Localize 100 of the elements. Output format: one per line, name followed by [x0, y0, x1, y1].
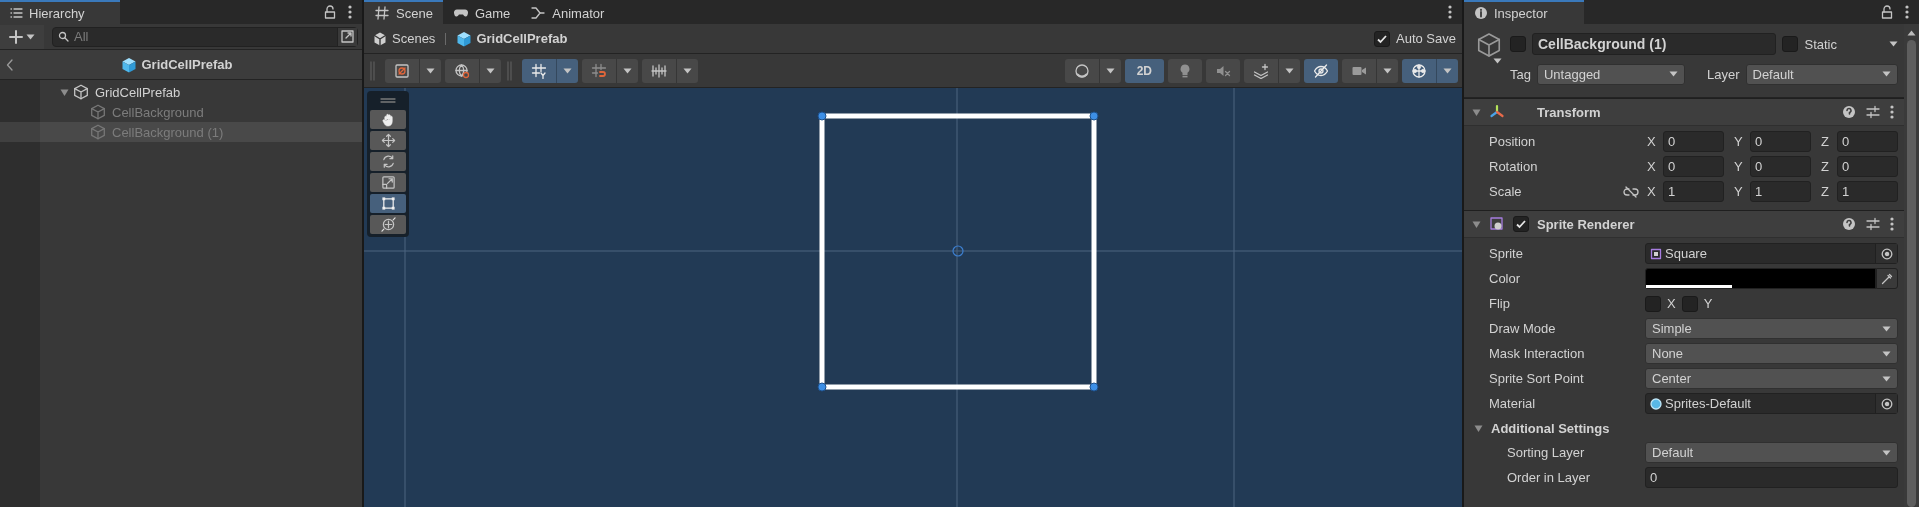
static-checkbox[interactable]: [1782, 36, 1799, 52]
color-swatch[interactable]: [1645, 268, 1876, 289]
gizmos-button[interactable]: [1402, 58, 1458, 83]
section-title[interactable]: Additional Settings: [1491, 420, 1610, 436]
active-checkbox[interactable]: [1510, 36, 1526, 52]
prefab-title: GridCellPrefab: [141, 57, 233, 72]
caret-icon: [426, 67, 435, 74]
number-field[interactable]: 0: [1750, 131, 1811, 152]
component-header[interactable]: Transform: [1464, 98, 1904, 126]
sprite-outline[interactable]: [817, 111, 1099, 392]
unlink-icon[interactable]: [1623, 185, 1639, 198]
auto-save-checkbox[interactable]: [1374, 30, 1390, 47]
dropdown[interactable]: Default: [1645, 442, 1898, 463]
axis-label: Z: [1820, 134, 1830, 149]
tag-dropdown[interactable]: Untagged: [1536, 63, 1685, 85]
back-chevron-icon[interactable]: [6, 58, 14, 71]
eyedropper-icon: [1881, 272, 1893, 285]
presets-icon[interactable]: [1866, 217, 1880, 231]
globe-button[interactable]: [445, 58, 501, 83]
more-icon: [1905, 5, 1909, 19]
property-label: Draw Mode: [1489, 321, 1556, 336]
number-field[interactable]: 1: [1837, 181, 1898, 202]
layer-dropdown[interactable]: Default: [1745, 63, 1898, 85]
pivot-icon[interactable]: [952, 245, 964, 257]
number-field[interactable]: 0: [1663, 131, 1724, 152]
hand-tool-button[interactable]: [370, 110, 406, 129]
breadcrumb[interactable]: Scenes: [392, 31, 436, 46]
object-picker-icon[interactable]: [1880, 397, 1893, 410]
flip-checkbox[interactable]: [1681, 295, 1698, 312]
layers-icon: [1253, 62, 1269, 79]
component-header[interactable]: Sprite Renderer: [1464, 210, 1904, 238]
name-field[interactable]: CellBackground (1): [1532, 33, 1777, 55]
game-object-icon: [1476, 32, 1502, 58]
caret-icon: [1882, 350, 1891, 357]
eyedropper-button[interactable]: [1876, 268, 1898, 289]
view-tab[interactable]: Animator: [520, 0, 615, 24]
number-field[interactable]: 0: [1837, 131, 1898, 152]
draw-mode-button[interactable]: [385, 58, 441, 83]
dropdown[interactable]: None: [1645, 343, 1898, 364]
grid-magnet-icon: [591, 62, 607, 79]
object-field[interactable]: Sprites-Default: [1645, 393, 1898, 414]
dropdown[interactable]: Simple: [1645, 318, 1898, 339]
shading-button[interactable]: [1064, 58, 1121, 83]
create-button[interactable]: [0, 24, 44, 49]
cube-icon: [73, 84, 89, 100]
inspector-tab[interactable]: Inspector: [1464, 0, 1584, 24]
number-field[interactable]: 1: [1750, 181, 1811, 202]
property-label: Color: [1489, 271, 1521, 286]
help-icon[interactable]: [1842, 217, 1856, 231]
rect-tool-icon: [380, 196, 396, 211]
scale-icon: [380, 175, 396, 190]
property-label: Position: [1489, 134, 1536, 149]
expand-triangle-icon: [59, 87, 69, 97]
sprite-icon: [1650, 247, 1662, 260]
eye-slash-icon: [1313, 62, 1329, 79]
search-field[interactable]: All: [52, 26, 358, 47]
flip-checkbox[interactable]: [1645, 295, 1661, 312]
number-field[interactable]: 0: [1837, 156, 1898, 177]
presets-icon[interactable]: [1866, 105, 1880, 119]
view-tab[interactable]: Scene: [364, 0, 443, 24]
number-field[interactable]: 0: [1645, 467, 1898, 488]
help-icon[interactable]: [1842, 105, 1856, 119]
rect-tool-button[interactable]: [370, 194, 406, 213]
view-tab[interactable]: Game: [442, 0, 521, 24]
lock-icon: [324, 5, 336, 19]
effects-button[interactable]: [1244, 58, 1300, 83]
scale-tool-button[interactable]: [370, 173, 406, 192]
prefab-cube-icon: [456, 30, 473, 47]
number-field[interactable]: 1: [1663, 181, 1724, 202]
cube-logo-icon: [372, 30, 388, 47]
camera-button[interactable]: [1342, 58, 1398, 83]
property-label: Order in Layer: [1507, 470, 1591, 485]
info-icon: [1474, 6, 1488, 20]
rotate-tool-button[interactable]: [370, 152, 406, 171]
number-field[interactable]: 0: [1750, 156, 1811, 177]
hierarchy-item[interactable]: GridCellPrefab: [95, 84, 181, 100]
transform-tool-button[interactable]: [370, 215, 406, 234]
number-field[interactable]: 0: [1663, 156, 1724, 177]
move-tool-button[interactable]: [370, 131, 406, 150]
property-label: Sorting Layer: [1507, 445, 1585, 460]
dropdown[interactable]: Center: [1645, 368, 1898, 389]
object-field[interactable]: Square: [1645, 243, 1898, 264]
breadcrumb[interactable]: GridCellPrefab: [476, 31, 568, 46]
more-icon: [348, 5, 352, 19]
lighting-button[interactable]: [1168, 58, 1202, 83]
lock-icon: [1881, 5, 1893, 19]
audio-button[interactable]: [1206, 58, 1240, 83]
grid-button[interactable]: [522, 58, 578, 83]
2d-mode-button[interactable]: 2D: [1124, 58, 1164, 83]
axis-label: X: [1646, 134, 1657, 149]
enabled-checkbox[interactable]: [1513, 216, 1529, 232]
caret-icon: [563, 67, 572, 74]
increment-button[interactable]: [642, 58, 698, 83]
snap-button[interactable]: [582, 58, 638, 83]
auto-save-label: Auto Save: [1396, 31, 1456, 46]
hierarchy-tab[interactable]: Hierarchy: [0, 0, 120, 24]
component-title: Sprite Renderer: [1537, 216, 1636, 232]
object-picker-icon[interactable]: [1880, 247, 1893, 260]
search-icon: [58, 30, 70, 43]
visibility-button[interactable]: [1304, 58, 1338, 83]
